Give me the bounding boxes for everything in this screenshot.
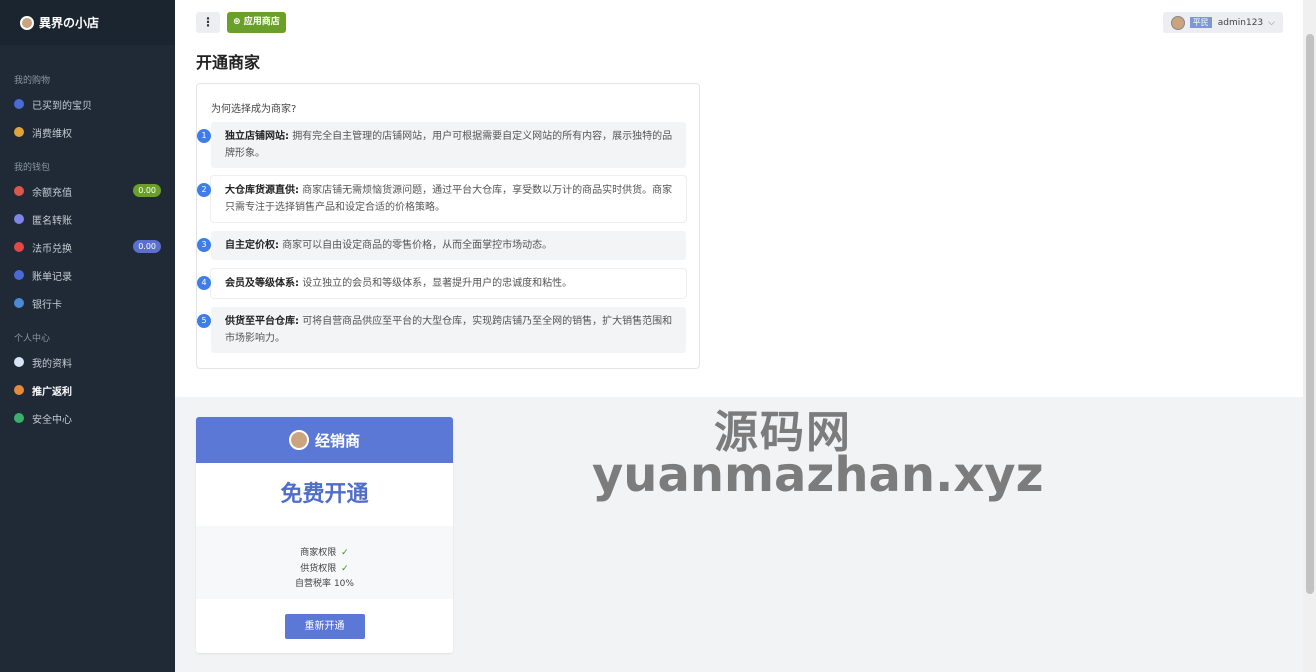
feature-row: 自营税率 10%	[196, 577, 453, 593]
sidebar-item[interactable]: 法币兑换 0.00	[0, 233, 175, 261]
chevron-down-icon: ⌵	[1268, 17, 1275, 28]
sidebar-item[interactable]: 推广返利	[0, 376, 175, 404]
sidebar-item[interactable]: 安全中心	[0, 404, 175, 432]
benefit-number: 2	[197, 183, 211, 197]
sidebar-item[interactable]: 余额充值 0.00	[0, 177, 175, 205]
feature-row: 供货权限 ✓	[196, 562, 453, 578]
benefit-title: 大仓库货源直供:	[225, 185, 299, 196]
brand-logo-icon	[20, 15, 34, 30]
check-icon: ✓	[341, 563, 349, 574]
user-level-badge: 平民	[1189, 17, 1212, 28]
bill-icon	[14, 270, 24, 280]
sidebar-item-label: 我的资料	[32, 358, 72, 370]
sidebar-item[interactable]: 我的资料	[0, 348, 175, 376]
circle-icon	[14, 99, 24, 109]
sidebar: 異界の小店 我的购物已买到的宝贝 消费维权我的钱包余额充值 0.00 匿名转账法币兑换…	[0, 0, 175, 672]
sidebar-item-label: 推广返利	[32, 386, 72, 398]
benefit-text: 商家可以自由设定商品的零售价格，从而全面掌控市场动态。	[282, 240, 553, 251]
sidebar-item[interactable]: 消费维权	[0, 118, 175, 146]
package-footer: 重新开通	[196, 599, 453, 653]
feature-label: 供货权限	[300, 563, 337, 574]
sidebar-item[interactable]: 银行卡	[0, 289, 175, 317]
user-menu[interactable]: 平民 admin123 ⌵	[1162, 12, 1283, 33]
sidebar-item[interactable]: 账单记录	[0, 261, 175, 289]
coin-icon	[14, 186, 24, 196]
sidebar-item-label: 法币兑换	[32, 243, 72, 255]
sidebar-item[interactable]: 匿名转账	[0, 205, 175, 233]
app-store-icon: ⊛	[233, 17, 244, 27]
benefit-text: 拥有完全自主管理的店铺网站，用户可根据需要自定义网站的所有内容，展示独特的品牌形…	[225, 131, 673, 159]
avatar	[1170, 15, 1185, 30]
reactivate-button[interactable]: 重新开通	[284, 613, 365, 639]
exchange-icon	[14, 242, 24, 252]
feature-label: 商家权限	[300, 548, 337, 558]
benefit-title: 独立店铺网站:	[225, 131, 289, 142]
sidebar-section-title: 个人中心	[14, 334, 51, 344]
feature-label: 自营税率	[295, 579, 332, 589]
benefit-text: 设立独立的会员和等级体系，显著提升用户的忠诚度和粘性。	[302, 278, 573, 289]
username: admin123	[1217, 17, 1264, 28]
why-merchant-card: 为何选择成为商家? 1 独立店铺网站: 拥有完全自主管理的店铺网站，用户可根据需要…	[196, 83, 700, 369]
card-icon	[14, 298, 24, 308]
package-name: 经销商	[314, 431, 360, 450]
brand[interactable]: 異界の小店	[0, 0, 175, 45]
sidebar-item-label: 匿名转账	[32, 215, 72, 227]
transfer-icon	[14, 214, 24, 224]
brand-name: 異界の小店	[39, 16, 100, 30]
sidebar-item-label: 已买到的宝贝	[32, 100, 92, 112]
sidebar-item-label: 账单记录	[32, 271, 72, 283]
package-header: 经销商	[196, 417, 453, 463]
app-store-button[interactable]: ⊛ 应用商店	[227, 12, 286, 33]
sidebar-section-title: 我的购物	[14, 76, 51, 86]
benefit-item: 2 大仓库货源直供: 商家店铺无需烦恼货源问题，通过平台大仓库，享受数以万计的商品…	[197, 176, 686, 222]
why-title: 为何选择成为商家?	[211, 104, 297, 115]
benefit-number: 3	[197, 238, 211, 252]
top-header: ⋮ ⊛ 应用商店 平民 admin123 ⌵	[175, 0, 1303, 45]
sidebar-nav: 我的购物已买到的宝贝 消费维权我的钱包余额充值 0.00 匿名转账法币兑换 0.00 账单…	[0, 73, 175, 432]
check-icon: ✓	[341, 548, 349, 558]
security-icon	[14, 413, 24, 423]
benefit-title: 会员及等级体系:	[225, 278, 299, 289]
app-store-label: 应用商店	[243, 17, 280, 27]
benefit-item: 4 会员及等级体系: 设立独立的会员和等级体系，显著提升用户的忠诚度和粘性。	[197, 269, 686, 298]
benefit-title: 自主定价权:	[225, 240, 279, 251]
feature-value: 10%	[333, 579, 354, 589]
benefit-number: 5	[197, 314, 211, 328]
main-content: 开通商家 为何选择成为商家? 1 独立店铺网站: 拥有完全自主管理的店铺网站，用户…	[175, 45, 1303, 397]
scrollbar[interactable]	[1303, 0, 1316, 672]
sidebar-section-title: 我的钱包	[14, 163, 51, 173]
balance-badge: 0.00	[133, 240, 161, 253]
page-title: 开通商家	[196, 53, 261, 72]
feature-row: 商家权限 ✓	[196, 546, 453, 562]
benefit-number: 1	[197, 129, 211, 143]
benefit-number: 4	[197, 276, 211, 290]
package-price: 免费开通	[196, 463, 453, 526]
watermark-line-2: yuanmazhan.xyz	[592, 447, 1044, 503]
sidebar-item-label: 银行卡	[32, 299, 62, 311]
benefit-item: 1 独立店铺网站: 拥有完全自主管理的店铺网站，用户可根据需要自定义网站的所有内容…	[197, 122, 686, 168]
sidebar-item[interactable]: 已买到的宝贝	[0, 90, 175, 118]
package-logo-icon	[288, 430, 309, 450]
package-card: 经销商 免费开通 商家权限 ✓ 供货权限 ✓ 自营税率 10% 重新开通	[196, 417, 453, 653]
balance-badge: 0.00	[133, 184, 161, 197]
send-icon	[14, 385, 24, 395]
sidebar-item-label: 安全中心	[32, 414, 72, 426]
package-features: 商家权限 ✓ 供货权限 ✓ 自营税率 10%	[196, 526, 453, 599]
sidebar-item-label: 余额充值	[32, 187, 72, 199]
benefit-item: 5 供货至平台仓库: 可将自营商品供应至平台的大型仓库，实现跨店铺乃至全网的销售，…	[197, 307, 686, 353]
benefit-item: 3 自主定价权: 商家可以自由设定商品的零售价格，从而全面掌控市场动态。	[197, 231, 686, 260]
shield-icon	[14, 127, 24, 137]
sidebar-item-label: 消费维权	[32, 128, 72, 140]
benefit-title: 供货至平台仓库:	[225, 316, 299, 327]
menu-toggle-icon[interactable]: ⋮	[196, 12, 220, 33]
user-icon	[14, 357, 24, 367]
scrollbar-thumb[interactable]	[1306, 34, 1314, 594]
